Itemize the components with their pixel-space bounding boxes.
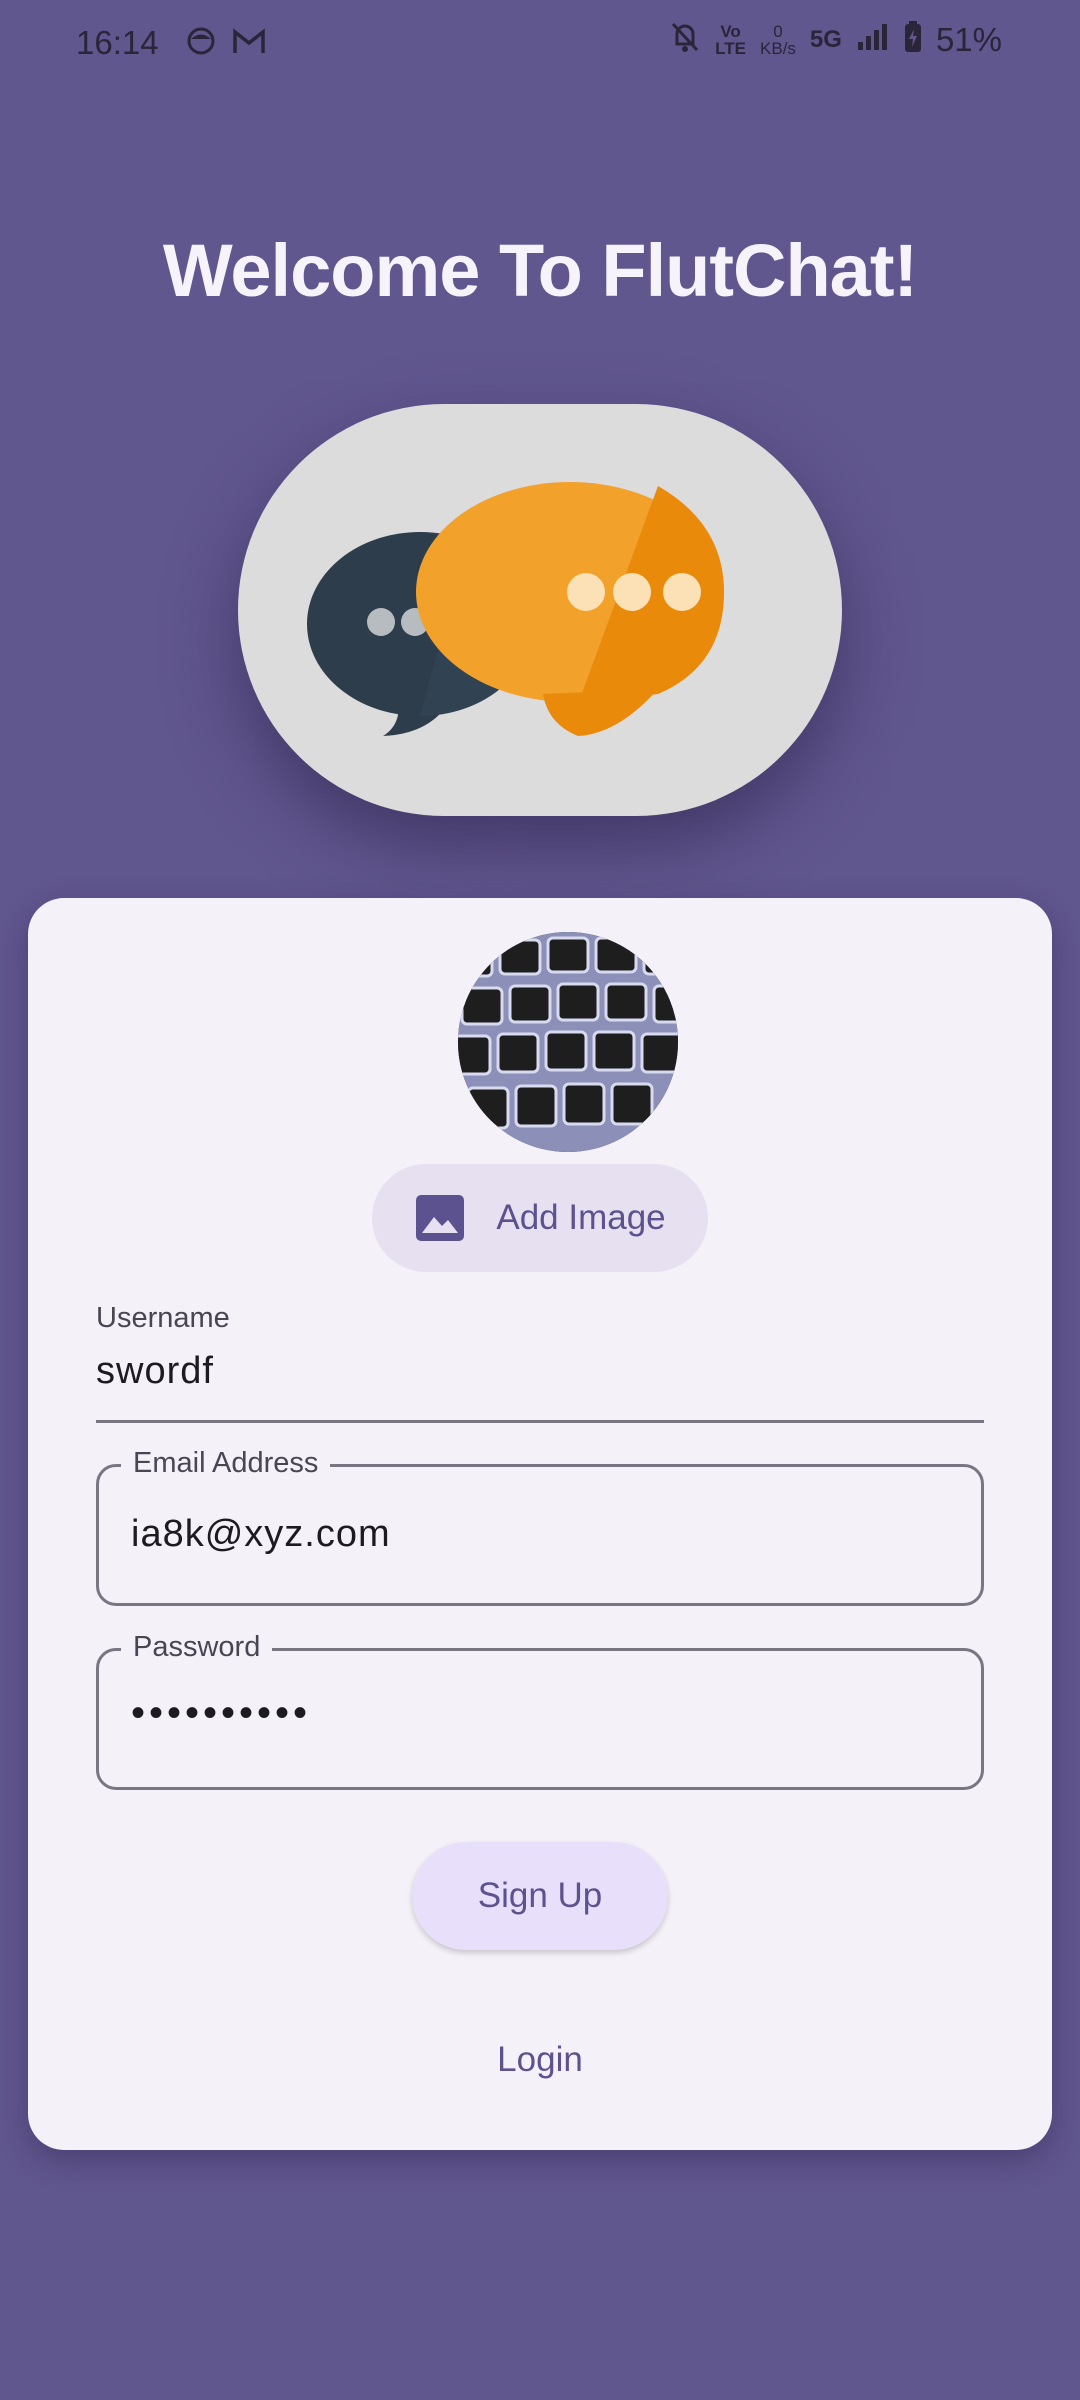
password-value: ••••••••••: [131, 1691, 312, 1735]
status-bar: 16:14 Vo LTE 0 KB/s 5G 51%: [0, 0, 1080, 90]
email-value: ia8k@xyz.com: [131, 1513, 391, 1555]
volte-indicator: Vo LTE: [715, 23, 746, 57]
signup-label: Sign Up: [477, 1876, 603, 1915]
face-notification-icon: [186, 26, 216, 61]
battery-percentage: 51%: [935, 20, 1002, 58]
add-image-label: Add Image: [496, 1198, 666, 1237]
email-field[interactable]: Email Address ia8k@xyz.com: [96, 1447, 984, 1606]
signup-button[interactable]: Sign Up: [412, 1842, 668, 1950]
volte-top: Vo: [720, 21, 741, 41]
page-title: Welcome To FlutChat!: [162, 229, 918, 312]
volte-bottom: LTE: [715, 38, 747, 58]
status-right-group: Vo LTE 0 KB/s 5G 51%: [669, 20, 1002, 59]
mute-icon: [669, 20, 701, 59]
email-label: Email Address: [121, 1447, 331, 1480]
login-link[interactable]: Login: [28, 2040, 1052, 2080]
battery-charging-icon: [904, 21, 922, 58]
keyboard-photo: [458, 932, 678, 1152]
status-time: 16:14: [76, 24, 159, 61]
password-label: Password: [121, 1631, 273, 1664]
network-type: 5G: [809, 25, 842, 53]
net-speed: 0 KB/s: [760, 23, 796, 57]
username-underline: [96, 1420, 984, 1423]
app-logo: [238, 404, 842, 816]
screen: 16:14 Vo LTE 0 KB/s 5G 51% Welcome To Fl…: [0, 0, 1080, 2400]
password-field[interactable]: Password ••••••••••: [96, 1631, 984, 1790]
username-field[interactable]: swordf: [96, 1350, 214, 1393]
signal-icon: [856, 22, 890, 57]
image-icon: [416, 1195, 465, 1241]
signup-card: Add Image Username swordf Email Address …: [28, 898, 1052, 2150]
gmail-icon: [232, 26, 266, 61]
chat-bubbles-logo-icon: [307, 482, 724, 736]
profile-image-preview: [458, 932, 678, 1152]
net-speed-value: 0: [773, 21, 783, 41]
username-label: Username: [96, 1302, 230, 1334]
net-speed-unit: KB/s: [760, 38, 796, 58]
add-image-button[interactable]: Add Image: [372, 1164, 708, 1272]
